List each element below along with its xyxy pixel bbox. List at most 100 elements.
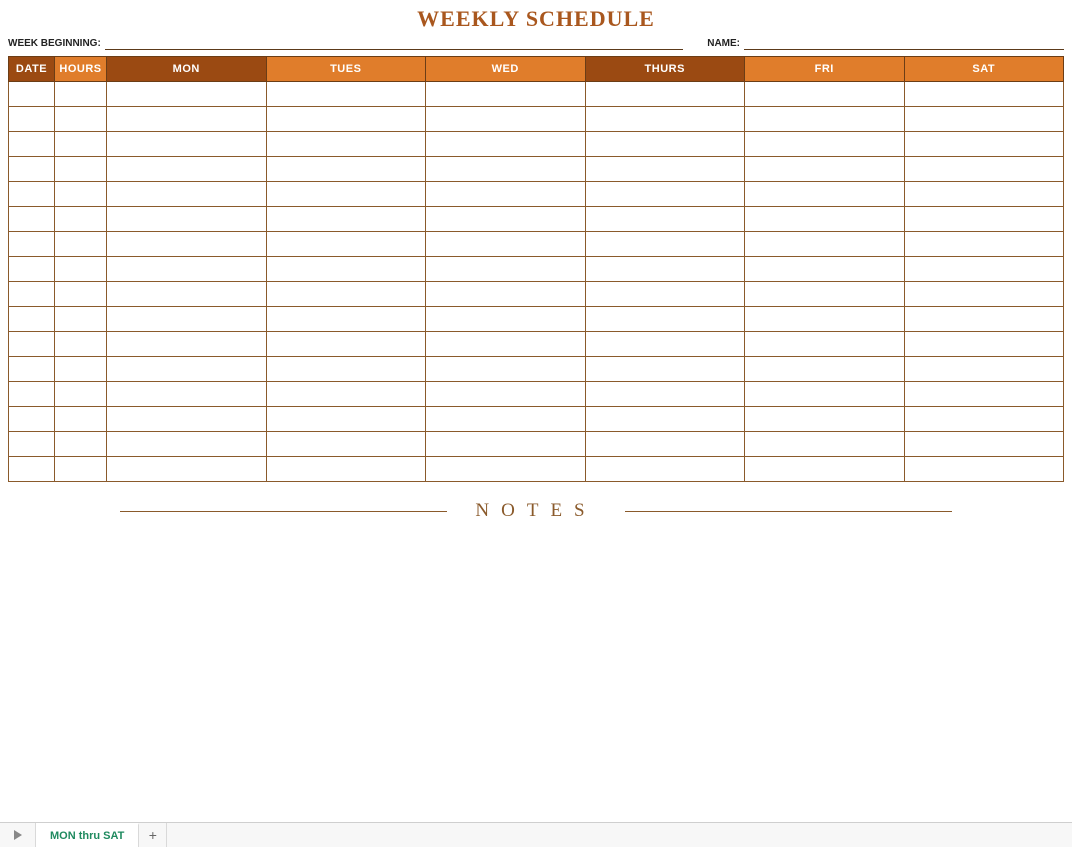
cell-wed[interactable] [426, 457, 586, 482]
cell-hours[interactable] [55, 457, 107, 482]
cell-hours[interactable] [55, 182, 107, 207]
name-input[interactable] [744, 36, 1064, 50]
cell-fri[interactable] [745, 232, 905, 257]
cell-tues[interactable] [266, 207, 426, 232]
cell-hours[interactable] [55, 432, 107, 457]
cell-date[interactable] [9, 107, 55, 132]
cell-sat[interactable] [904, 457, 1064, 482]
cell-thurs[interactable] [585, 157, 745, 182]
cell-date[interactable] [9, 82, 55, 107]
cell-hours[interactable] [55, 307, 107, 332]
cell-tues[interactable] [266, 82, 426, 107]
cell-hours[interactable] [55, 82, 107, 107]
cell-wed[interactable] [426, 382, 586, 407]
cell-wed[interactable] [426, 282, 586, 307]
cell-wed[interactable] [426, 407, 586, 432]
cell-mon[interactable] [107, 307, 267, 332]
cell-date[interactable] [9, 307, 55, 332]
cell-hours[interactable] [55, 407, 107, 432]
cell-sat[interactable] [904, 107, 1064, 132]
cell-wed[interactable] [426, 307, 586, 332]
cell-date[interactable] [9, 157, 55, 182]
cell-thurs[interactable] [585, 407, 745, 432]
cell-tues[interactable] [266, 457, 426, 482]
cell-thurs[interactable] [585, 307, 745, 332]
cell-date[interactable] [9, 207, 55, 232]
cell-thurs[interactable] [585, 107, 745, 132]
cell-tues[interactable] [266, 407, 426, 432]
cell-wed[interactable] [426, 332, 586, 357]
cell-date[interactable] [9, 382, 55, 407]
cell-date[interactable] [9, 357, 55, 382]
cell-wed[interactable] [426, 182, 586, 207]
cell-hours[interactable] [55, 107, 107, 132]
cell-sat[interactable] [904, 282, 1064, 307]
cell-fri[interactable] [745, 282, 905, 307]
add-sheet-button[interactable]: + [139, 823, 167, 847]
cell-mon[interactable] [107, 257, 267, 282]
cell-mon[interactable] [107, 357, 267, 382]
cell-sat[interactable] [904, 207, 1064, 232]
cell-sat[interactable] [904, 382, 1064, 407]
cell-fri[interactable] [745, 332, 905, 357]
cell-fri[interactable] [745, 382, 905, 407]
cell-hours[interactable] [55, 257, 107, 282]
cell-wed[interactable] [426, 82, 586, 107]
cell-sat[interactable] [904, 157, 1064, 182]
cell-date[interactable] [9, 182, 55, 207]
cell-sat[interactable] [904, 132, 1064, 157]
cell-date[interactable] [9, 407, 55, 432]
cell-mon[interactable] [107, 182, 267, 207]
cell-mon[interactable] [107, 457, 267, 482]
sheet-tab-active[interactable]: MON thru SAT [36, 823, 139, 847]
cell-wed[interactable] [426, 107, 586, 132]
cell-tues[interactable] [266, 157, 426, 182]
cell-hours[interactable] [55, 282, 107, 307]
cell-sat[interactable] [904, 307, 1064, 332]
cell-hours[interactable] [55, 382, 107, 407]
cell-thurs[interactable] [585, 182, 745, 207]
cell-wed[interactable] [426, 432, 586, 457]
cell-sat[interactable] [904, 432, 1064, 457]
cell-date[interactable] [9, 332, 55, 357]
cell-tues[interactable] [266, 182, 426, 207]
cell-fri[interactable] [745, 107, 905, 132]
cell-fri[interactable] [745, 132, 905, 157]
cell-thurs[interactable] [585, 82, 745, 107]
cell-date[interactable] [9, 457, 55, 482]
cell-sat[interactable] [904, 82, 1064, 107]
cell-thurs[interactable] [585, 457, 745, 482]
cell-sat[interactable] [904, 182, 1064, 207]
cell-hours[interactable] [55, 332, 107, 357]
cell-fri[interactable] [745, 432, 905, 457]
cell-date[interactable] [9, 432, 55, 457]
cell-thurs[interactable] [585, 357, 745, 382]
cell-hours[interactable] [55, 157, 107, 182]
cell-tues[interactable] [266, 357, 426, 382]
cell-thurs[interactable] [585, 382, 745, 407]
cell-thurs[interactable] [585, 282, 745, 307]
cell-mon[interactable] [107, 282, 267, 307]
cell-mon[interactable] [107, 207, 267, 232]
cell-tues[interactable] [266, 382, 426, 407]
cell-thurs[interactable] [585, 232, 745, 257]
cell-wed[interactable] [426, 257, 586, 282]
sheet-nav-right-icon[interactable] [0, 823, 36, 847]
cell-tues[interactable] [266, 432, 426, 457]
cell-wed[interactable] [426, 232, 586, 257]
cell-sat[interactable] [904, 332, 1064, 357]
cell-sat[interactable] [904, 232, 1064, 257]
cell-fri[interactable] [745, 207, 905, 232]
cell-tues[interactable] [266, 332, 426, 357]
cell-fri[interactable] [745, 157, 905, 182]
cell-date[interactable] [9, 132, 55, 157]
cell-wed[interactable] [426, 357, 586, 382]
cell-hours[interactable] [55, 207, 107, 232]
cell-fri[interactable] [745, 307, 905, 332]
cell-sat[interactable] [904, 257, 1064, 282]
cell-wed[interactable] [426, 157, 586, 182]
cell-hours[interactable] [55, 232, 107, 257]
cell-mon[interactable] [107, 432, 267, 457]
cell-wed[interactable] [426, 132, 586, 157]
cell-thurs[interactable] [585, 332, 745, 357]
